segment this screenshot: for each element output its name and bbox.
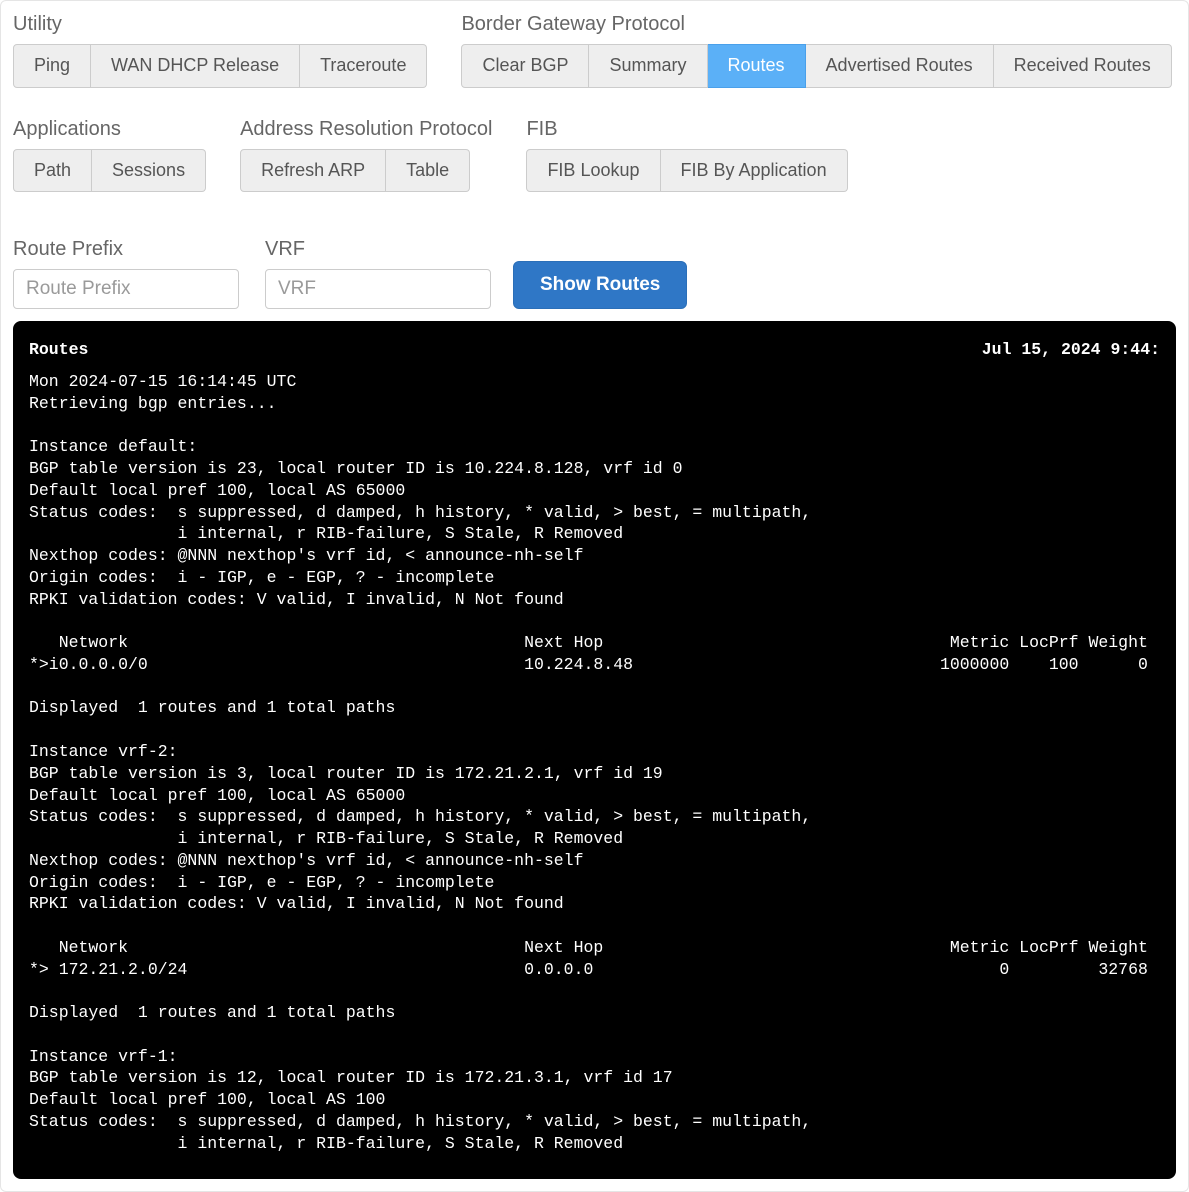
group-utility-label: Utility bbox=[13, 13, 427, 36]
app-sessions-button[interactable]: Sessions bbox=[92, 149, 206, 193]
group-arp: Address Resolution Protocol Refresh ARP … bbox=[240, 118, 492, 193]
group-applications: Applications Path Sessions bbox=[13, 118, 206, 193]
terminal-title: Routes bbox=[29, 339, 88, 361]
show-routes-button[interactable]: Show Routes bbox=[513, 261, 687, 309]
group-applications-label: Applications bbox=[13, 118, 206, 141]
refresh-arp-button[interactable]: Refresh ARP bbox=[240, 149, 386, 193]
vrf-label: VRF bbox=[265, 238, 491, 261]
terminal-timestamp: Jul 15, 2024 9:44: bbox=[982, 339, 1160, 361]
terminal-body: Mon 2024-07-15 16:14:45 UTC Retrieving b… bbox=[29, 371, 1160, 1155]
wan-dhcp-release-button[interactable]: WAN DHCP Release bbox=[91, 44, 300, 88]
group-arp-label: Address Resolution Protocol bbox=[240, 118, 492, 141]
bgp-advertised-routes-button[interactable]: Advertised Routes bbox=[806, 44, 994, 88]
tools-panel: Utility Ping WAN DHCP Release Traceroute… bbox=[0, 0, 1189, 1192]
clear-bgp-button[interactable]: Clear BGP bbox=[461, 44, 589, 88]
fib-lookup-button[interactable]: FIB Lookup bbox=[526, 149, 660, 193]
group-utility: Utility Ping WAN DHCP Release Traceroute bbox=[13, 13, 427, 88]
group-bgp-label: Border Gateway Protocol bbox=[461, 13, 1171, 36]
vrf-input[interactable] bbox=[265, 269, 491, 309]
group-bgp: Border Gateway Protocol Clear BGP Summar… bbox=[461, 13, 1171, 88]
routes-form: Route Prefix VRF Show Routes bbox=[13, 238, 1176, 309]
ping-button[interactable]: Ping bbox=[13, 44, 91, 88]
group-fib-label: FIB bbox=[526, 118, 847, 141]
bgp-received-routes-button[interactable]: Received Routes bbox=[994, 44, 1172, 88]
bgp-routes-button[interactable]: Routes bbox=[708, 44, 806, 88]
arp-table-button[interactable]: Table bbox=[386, 149, 470, 193]
fib-by-application-button[interactable]: FIB By Application bbox=[661, 149, 848, 193]
app-path-button[interactable]: Path bbox=[13, 149, 92, 193]
bgp-summary-button[interactable]: Summary bbox=[589, 44, 707, 88]
route-prefix-label: Route Prefix bbox=[13, 238, 239, 261]
group-fib: FIB FIB Lookup FIB By Application bbox=[526, 118, 847, 193]
route-prefix-input[interactable] bbox=[13, 269, 239, 309]
traceroute-button[interactable]: Traceroute bbox=[300, 44, 427, 88]
terminal-output: Routes Jul 15, 2024 9:44: Mon 2024-07-15… bbox=[13, 321, 1176, 1178]
